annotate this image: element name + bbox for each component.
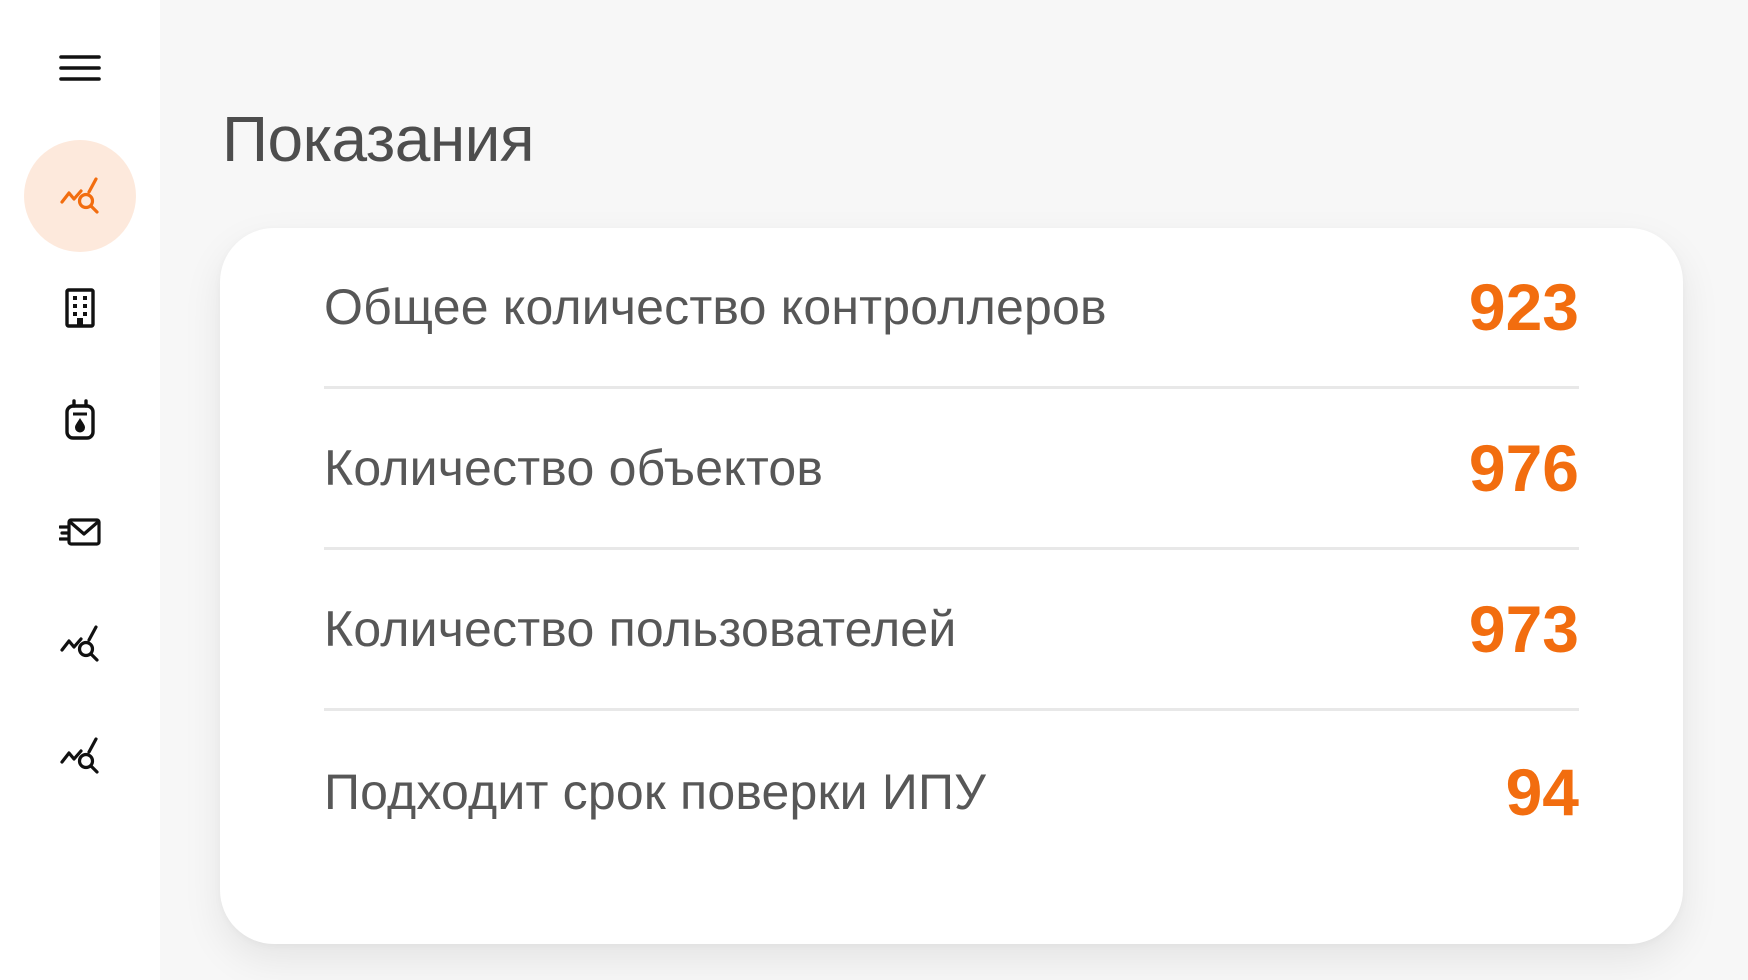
- stat-label: Подходит срок поверки ИПУ: [324, 763, 987, 820]
- sidebar-item-meters[interactable]: [24, 364, 136, 476]
- stats-card: Общее количество контроллеров 923 Количе…: [220, 228, 1683, 944]
- mail-send-icon: [59, 518, 101, 546]
- meter-device-icon: [65, 399, 95, 440]
- sidebar-item-analytics-1[interactable]: [24, 588, 136, 700]
- chart-search-icon: [60, 625, 99, 662]
- menu-button[interactable]: [24, 12, 136, 124]
- stat-value: 94: [1505, 754, 1579, 829]
- sidebar-item-objects[interactable]: [24, 252, 136, 364]
- chart-search-icon: [60, 737, 99, 774]
- stat-row-users: Количество пользователей 973: [324, 550, 1579, 711]
- sidebar: [0, 0, 160, 980]
- main-content: Показания Общее количество контроллеров …: [160, 0, 1748, 980]
- page-title: Показания: [222, 103, 535, 175]
- stat-label: Общее количество контроллеров: [324, 279, 1107, 335]
- hamburger-menu-icon: [59, 55, 101, 81]
- chart-search-icon: [60, 177, 99, 214]
- stat-row-controllers: Общее количество контроллеров 923: [324, 228, 1579, 389]
- building-icon: [65, 288, 95, 328]
- stat-row-objects: Количество объектов 976: [324, 389, 1579, 550]
- sidebar-item-readings[interactable]: [24, 140, 136, 252]
- sidebar-item-mailing[interactable]: [24, 476, 136, 588]
- stat-value: 923: [1468, 270, 1579, 344]
- stat-row-verification-due: Подходит срок поверки ИПУ 94: [324, 711, 1579, 872]
- sidebar-item-analytics-2[interactable]: [24, 700, 136, 812]
- stat-value: 976: [1468, 431, 1579, 505]
- stat-label: Количество пользователей: [324, 601, 957, 657]
- stat-label: Количество объектов: [324, 440, 824, 496]
- stat-value: 973: [1468, 592, 1579, 666]
